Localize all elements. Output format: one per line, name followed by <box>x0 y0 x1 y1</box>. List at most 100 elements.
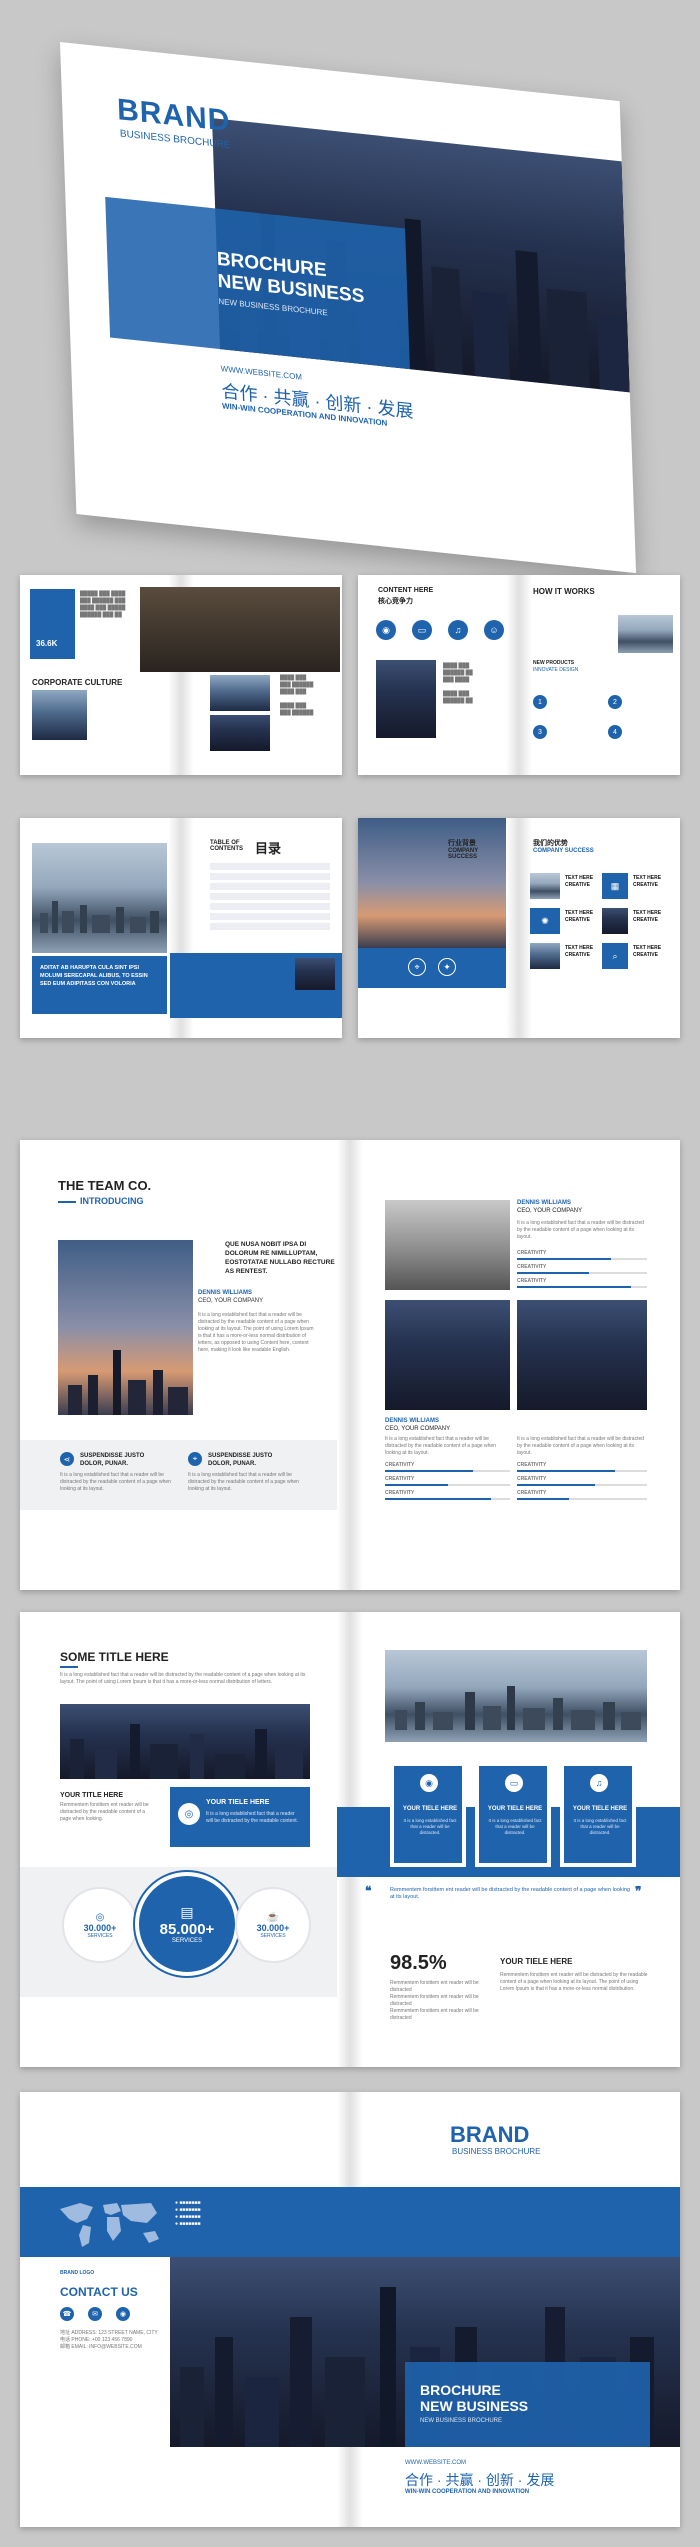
share-icon: ⋖ <box>60 1452 74 1466</box>
stat-left-icon: ◎ <box>95 1911 105 1923</box>
skill-bar-fill <box>517 1470 615 1472</box>
contact-lines: 地址 ADDRESS: 123 STREET NAME, CITY 电话 PHO… <box>60 2330 160 2351</box>
globe-icon: ◉ <box>376 620 396 640</box>
skill-bar-fill <box>517 1286 632 1288</box>
culture-photo-3 <box>210 715 270 751</box>
service-card-1: ◉ YOUR TIELE HERE It is a long establish… <box>390 1762 466 1867</box>
skill-label: CREATIVITY <box>517 1490 547 1496</box>
service-card-2-title: YOUR TIELE HERE <box>487 1806 543 1812</box>
service-card-2-icon: ▭ <box>505 1774 523 1792</box>
step-2: 2 <box>608 695 622 709</box>
monitor-icon: ▭ <box>412 620 432 640</box>
stat-main-value: 85.000+ <box>159 1921 215 1938</box>
contact-line-1: 地址 ADDRESS: 123 STREET NAME, CITY <box>60 2330 158 2336</box>
chart-icon: ▦ <box>602 873 628 899</box>
team-city-photo <box>58 1240 193 1415</box>
feature-label-1: TEXT HERE CREATIVE <box>565 875 594 888</box>
toc-photo <box>295 958 335 990</box>
services-skyline <box>70 1724 303 1779</box>
content-title: CONTENT HERE <box>378 587 434 594</box>
services-blue-box: ◎ YOUR TIELE HERE It is a long establish… <box>170 1787 310 1847</box>
skill-bar-fill <box>517 1498 569 1500</box>
map-label-2: ● ■■■■■■■ <box>175 2207 201 2213</box>
services-title: SOME TITLE HERE <box>60 1650 169 1664</box>
stat-main-circle: ▤ 85.000+ SERVICES <box>135 1872 239 1976</box>
contents-blue-caption: ADITAT AB HARUPTA CULA SINT IPSI MOLUMI … <box>32 956 167 1014</box>
spread-team: THE TEAM CO. INTRODUCING QUE NUSA NOBIT … <box>20 1140 680 1590</box>
feature-grid: ▦ ✺ ⌕ TEXT HERE CREATIVE TEXT HERE CREAT… <box>530 873 670 1003</box>
back-brand: BRAND <box>450 2122 530 2147</box>
phone-icon: ☎ <box>60 2307 74 2321</box>
team-title: THE TEAM CO. <box>58 1178 152 1193</box>
skill-bar-fill <box>517 1258 611 1260</box>
content-icon-row: ◉ ▭ ♫ ☺ <box>376 620 506 640</box>
culture-number: 36.6K <box>36 639 58 648</box>
spread-culture: 36.6K █████ ███ ████ ███ ██████ ███ ████ █… <box>20 575 342 775</box>
how-sub2: INNOVATE DESIGN <box>533 667 579 673</box>
partner-title-en: COMPANY SUCCESS <box>533 848 594 854</box>
skill-bar <box>517 1470 647 1472</box>
company-blue-band: ⌖ ✦ <box>358 948 506 988</box>
skill-bar-fill <box>385 1470 473 1472</box>
culture-photo-1 <box>32 690 87 740</box>
services-quote: Remmentem forsittem ent reader will be d… <box>390 1887 630 1900</box>
skill-bar <box>517 1272 647 1274</box>
service-card-3-title: YOUR TIELE HERE <box>572 1806 628 1812</box>
contents-caption-text: ADITAT AB HARUPTA CULA SINT IPSI MOLUMI … <box>40 965 148 987</box>
back-website: WWW.WEBSITE.COM <box>405 2460 466 2466</box>
services-bullets: Remmentem forsittem ent reader will be d… <box>390 1980 490 2022</box>
back-slogan-cn: 合作 · 共赢 · 创新 · 发展 <box>405 2472 555 2488</box>
services-right-skyline <box>395 1686 641 1730</box>
skill-bar-fill <box>385 1498 492 1500</box>
presentation-icon: ▤ <box>180 1904 194 1920</box>
services-quote-open: ❝ <box>365 1884 372 1898</box>
skill-label: CREATIVITY <box>517 1476 547 1482</box>
spread-company: ⌖ ✦ 行业背景 COMPANY SUCCESS 我们的优势 COMPANY S… <box>358 818 680 1038</box>
skill-bar <box>517 1258 647 1260</box>
contents-skyline <box>40 901 159 933</box>
skill-label: CREATIVITY <box>385 1476 415 1482</box>
world-map <box>60 2203 159 2247</box>
culture-side-text: ████ ███ ███ ██████ ████ ███ ████ ███ ███ ██… <box>280 675 314 716</box>
team-body: It is a long established fact that a rea… <box>198 1312 314 1353</box>
map-label-4: ● ■■■■■■■ <box>175 2221 201 2227</box>
skill-label: CREATIVITY <box>517 1250 547 1256</box>
headset-icon: ♫ <box>448 620 468 640</box>
team-feature-band: ⋖ SUSPENDISSE JUSTO DOLOR, PUNAR. It is … <box>20 1440 337 1510</box>
spread-how-it-works: CONTENT HERE 核心竞争力 ◉ ▭ ♫ ☺ ████ ███ █████… <box>358 575 680 775</box>
service-card-3: ♫ YOUR TIELE HERE It is a long establish… <box>560 1762 636 1867</box>
skill-bar <box>385 1470 510 1472</box>
service-card-2: ▭ YOUR TIELE HERE It is a long establish… <box>475 1762 551 1867</box>
stat-right-label: SERVICES <box>260 1932 286 1939</box>
people-icon: ☺ <box>484 620 504 640</box>
how-title: HOW IT WORKS <box>533 587 595 596</box>
feature-label-6: TEXT HERE CREATIVE <box>633 945 662 958</box>
team-skyline <box>68 1350 188 1415</box>
skill-bar-fill <box>517 1484 595 1486</box>
stat-right-circle: ☕ 30.000+ SERVICES <box>235 1887 311 1963</box>
back-brand-sub: BUSINESS BROCHURE <box>452 2147 541 2156</box>
service-card-1-icon: ◉ <box>420 1774 438 1792</box>
contact-line-3: 邮箱 EMAIL: INFO@WEBSITE.COM <box>60 2344 142 2350</box>
stat-main-label: SERVICES <box>171 1938 203 1944</box>
services-percent-body: Remmentem forsittem ent reader will be d… <box>500 1972 648 1992</box>
spread-services: SOME TITLE HERE It is a long established… <box>20 1612 680 2067</box>
feature-label-5: TEXT HERE CREATIVE <box>565 945 594 958</box>
location-icon: ⌖ <box>188 1452 202 1466</box>
company-title-cn: 行业背景 <box>448 840 476 847</box>
contact-line-2: 电话 PHONE: +00 123 456 7890 <box>60 2337 133 2343</box>
culture-blue-block: 36.6K <box>30 589 75 659</box>
team-right-body: It is a long established fact that a rea… <box>517 1220 645 1240</box>
team-left-role: CEO, YOUR COMPANY <box>385 1426 451 1432</box>
feature-label-2: TEXT HERE CREATIVE <box>633 875 662 888</box>
contact-icons: ☎ ✉ ◉ <box>60 2307 160 2331</box>
services-your-body: Remmentem forsittem ent reader will be d… <box>60 1802 149 1822</box>
team-bars-left: CREATIVITY CREATIVITY CREATIVITY <box>385 1462 510 1504</box>
skill-bar <box>385 1498 510 1500</box>
team-right-role: CEO, YOUR COMPANY <box>517 1208 583 1214</box>
service-card-3-icon: ♫ <box>590 1774 608 1792</box>
services-panorama-photo <box>60 1704 310 1779</box>
mail-icon: ✉ <box>88 2307 102 2321</box>
team-subtitle: INTRODUCING <box>80 1196 144 1206</box>
skill-bar <box>517 1286 647 1288</box>
